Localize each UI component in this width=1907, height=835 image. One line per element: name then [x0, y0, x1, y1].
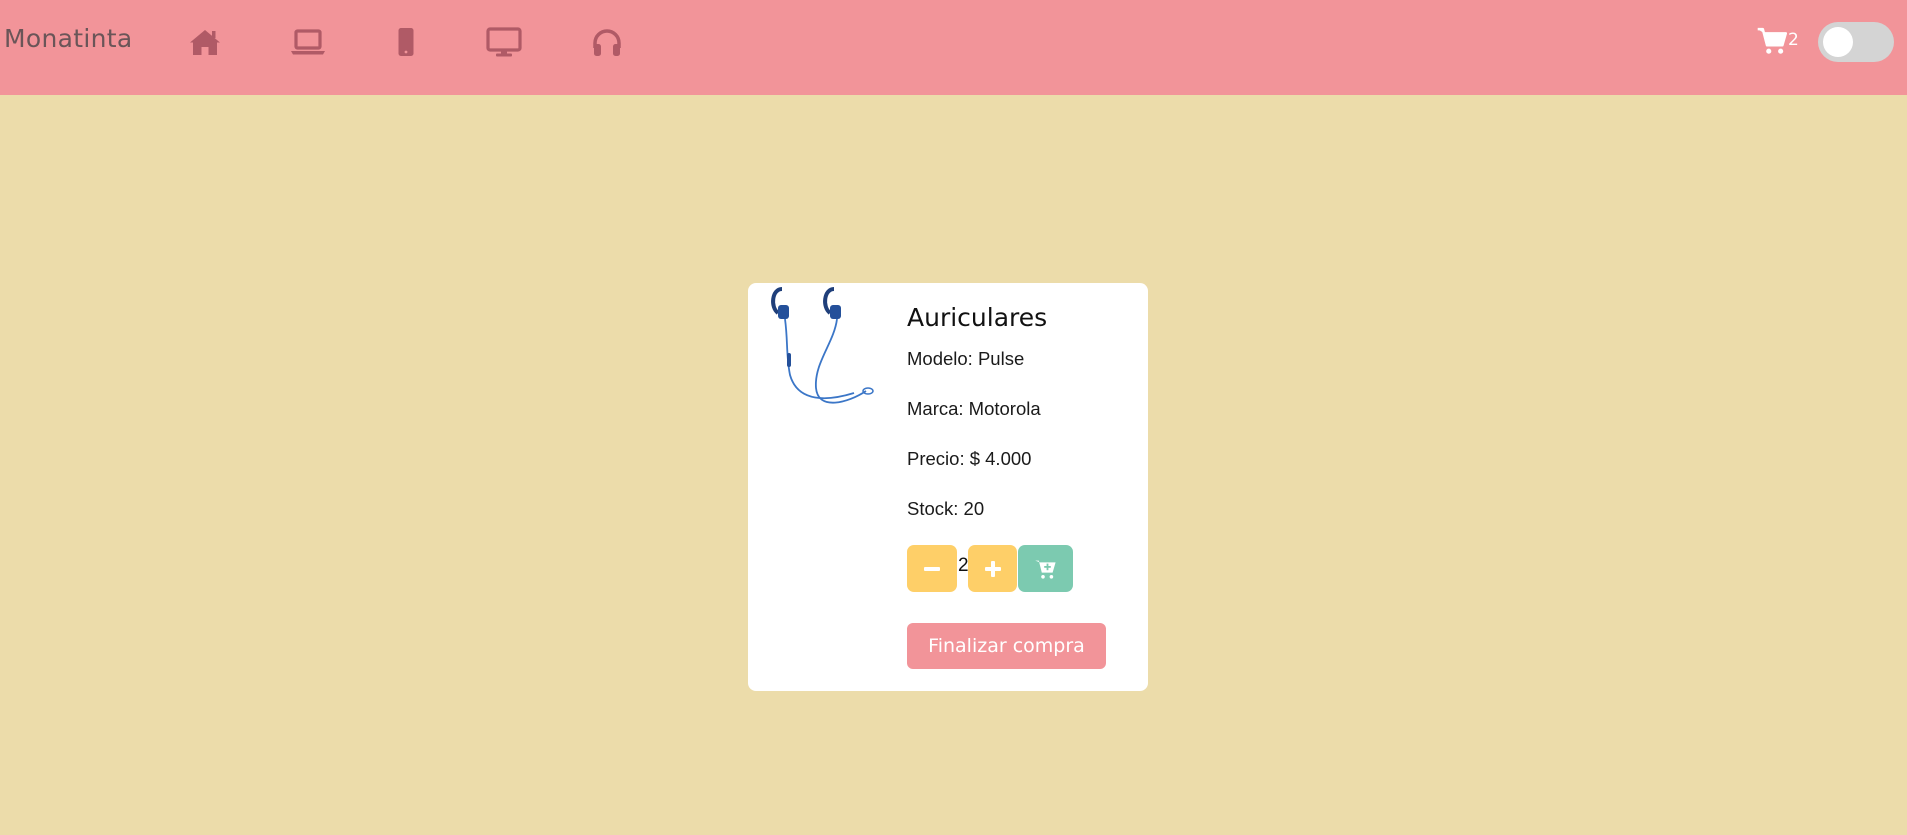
- product-card: Auriculares Modelo: Pulse Marca: Motorol…: [748, 283, 1148, 691]
- increase-quantity-button[interactable]: [968, 545, 1017, 592]
- mobile-icon[interactable]: [386, 22, 426, 62]
- cart-count-badge: 2: [1788, 30, 1799, 50]
- dark-mode-toggle[interactable]: [1818, 22, 1894, 62]
- toggle-knob: [1823, 27, 1853, 57]
- finish-purchase-button[interactable]: Finalizar compra: [907, 623, 1106, 669]
- cart-plus-icon: [1034, 560, 1056, 579]
- earphones-image: [768, 283, 880, 413]
- home-icon[interactable]: [185, 22, 225, 62]
- laptop-icon[interactable]: [288, 22, 328, 62]
- decrease-quantity-button[interactable]: [907, 545, 957, 592]
- product-model: Modelo: Pulse: [907, 348, 1025, 369]
- product-title: Auriculares: [907, 303, 1048, 332]
- cart-icon: [1757, 27, 1788, 54]
- desktop-icon[interactable]: [484, 22, 524, 62]
- brand-logo[interactable]: Monatinta: [4, 24, 132, 53]
- add-to-cart-button[interactable]: [1018, 545, 1073, 592]
- plus-icon: [984, 560, 1001, 577]
- minus-icon: [924, 566, 940, 571]
- quantity-value: 2: [958, 555, 969, 576]
- cart-button[interactable]: 2: [1756, 24, 1799, 60]
- product-brand: Marca: Motorola: [907, 398, 1041, 419]
- product-price: Precio: $ 4.000: [907, 448, 1032, 469]
- product-stock: Stock: 20: [907, 498, 985, 519]
- headphones-icon[interactable]: [587, 22, 627, 62]
- top-navbar: Monatinta 2: [0, 0, 1907, 95]
